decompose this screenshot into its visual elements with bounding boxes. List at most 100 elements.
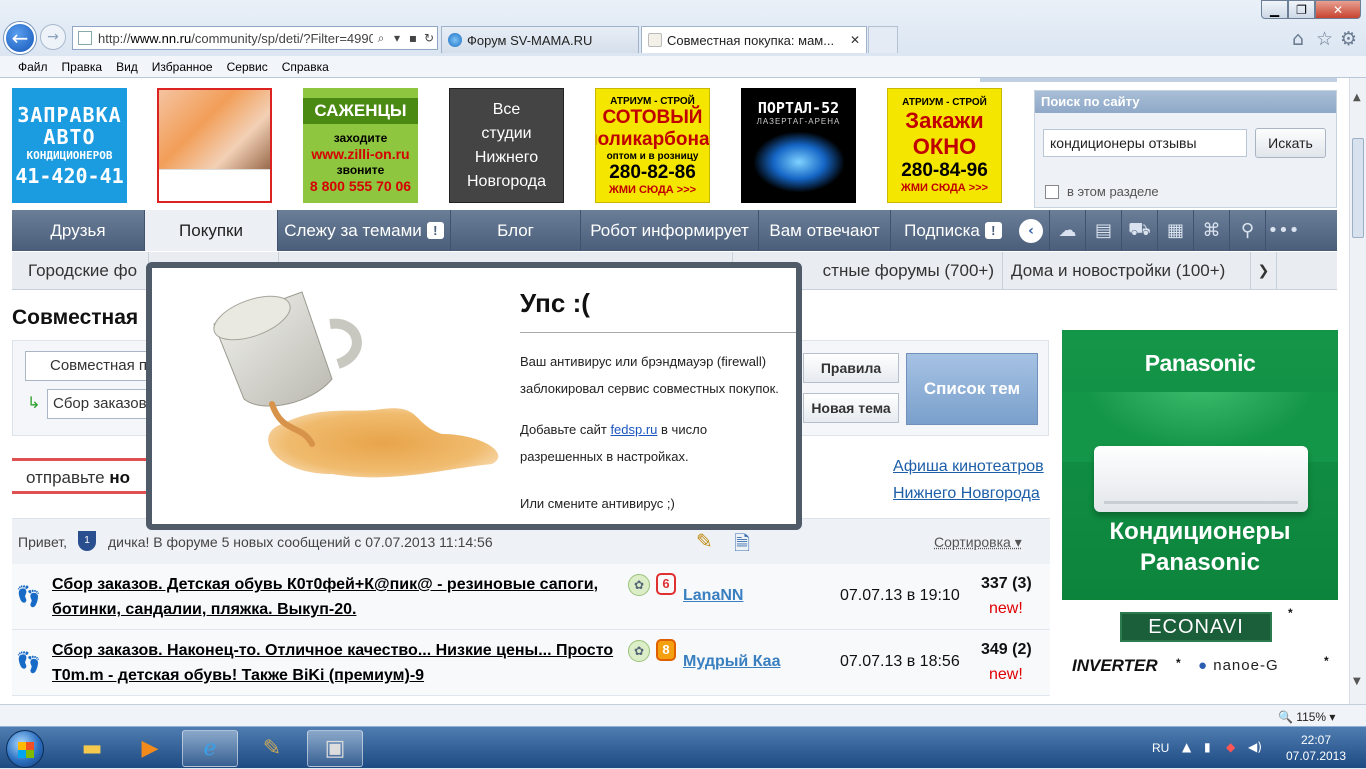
minimize-button[interactable]: ▁	[1261, 0, 1288, 19]
topic-title-link[interactable]: Сбор заказов. Наконец-то. Отличное качес…	[52, 638, 632, 688]
start-button[interactable]	[6, 730, 44, 768]
nav-prev-icon[interactable]: ‹	[1019, 218, 1043, 243]
top-strip	[980, 78, 1337, 82]
ad-seedlings[interactable]: САЖЕНЦЫ заходите www.zilli-on.ru звоните…	[303, 88, 418, 203]
in-section-checkbox[interactable]	[1045, 185, 1059, 199]
tab-sv-mama[interactable]: Форум SV-MAMA.RU	[441, 26, 639, 53]
close-window-button[interactable]: ✕	[1315, 0, 1361, 19]
author-link[interactable]: LanaNN	[683, 587, 743, 605]
search-input[interactable]: кондиционеры отзывы	[1043, 129, 1247, 157]
tag-icon[interactable]: ⌘	[1193, 210, 1229, 251]
nav-replies[interactable]: Вам отвечают	[759, 210, 891, 251]
panasonic-ad[interactable]: Panasonic Кондиционеры Panasonic ECONAVI …	[1062, 330, 1338, 704]
map-pin-icon[interactable]: ⚲	[1229, 210, 1265, 251]
ad-polycarbonate[interactable]: АТРИУМ - СТРОЙ СОТОВЫЙ поликарбонат опто…	[595, 88, 710, 203]
new-topic-button[interactable]: Новая тема	[803, 393, 899, 423]
back-button[interactable]: ←	[4, 22, 36, 54]
rules-button[interactable]: Правила	[803, 353, 899, 383]
vertical-scrollbar[interactable]: ▲ ▼	[1349, 78, 1366, 704]
ad-phone: 280-82-86	[609, 161, 696, 183]
document-check-icon[interactable]: 🗎	[734, 529, 750, 563]
address-bar[interactable]: http://www.nn.ru/community/sp/deti/?Filt…	[72, 26, 438, 50]
banner-bold: но	[109, 468, 130, 487]
clock[interactable]: 22:07 07.07.2013	[1280, 732, 1352, 764]
main-nav: Друзья Покупки Слежу за темами! Блог Роб…	[12, 210, 1337, 251]
tray-expand-icon[interactable]: ▲	[1182, 740, 1191, 754]
menu-view[interactable]: Вид	[116, 60, 138, 74]
edit-pencil-icon[interactable]: ✎	[696, 529, 713, 553]
menu-file[interactable]: Файл	[18, 60, 48, 74]
menu-help[interactable]: Справка	[282, 60, 329, 74]
battery-icon[interactable]: ▮	[1204, 740, 1211, 754]
refresh-icon[interactable]: ↻	[421, 31, 437, 45]
afisha-link-1[interactable]: Афиша кинотеатров	[893, 458, 1044, 476]
ad-conditioner-refill[interactable]: ЗАПРАВКА АВТО КОНДИЦИОНЕРОВ 41-420-41	[12, 88, 127, 203]
browser-chrome: ← → http://www.nn.ru/community/sp/deti/?…	[0, 0, 1366, 78]
home-icon[interactable]: ⌂	[1292, 28, 1304, 50]
volume-icon[interactable]: ◀)	[1248, 740, 1262, 754]
ad-text: КОНДИЦИОНЕРОВ	[26, 148, 113, 162]
author-link[interactable]: Мудрый Каа	[683, 653, 780, 671]
nav-blog[interactable]: Блог	[451, 210, 581, 251]
explorer-taskbar-button[interactable]: ▬	[64, 730, 120, 767]
language-indicator[interactable]: RU	[1152, 741, 1169, 755]
subnav-next-icon[interactable]: ❯	[1251, 251, 1277, 290]
favorites-star-icon[interactable]: ☆	[1316, 28, 1333, 50]
footnote-star: *	[1288, 606, 1293, 620]
nav-friends[interactable]: Друзья	[12, 210, 145, 251]
menu-edit[interactable]: Правка	[62, 60, 103, 74]
ad-studios[interactable]: Все студии Нижнего Новгорода	[449, 88, 564, 203]
close-tab-icon[interactable]: ✕	[850, 33, 860, 47]
dropdown-icon[interactable]: ▾	[389, 31, 405, 45]
building-icon[interactable]: ▦	[1157, 210, 1193, 251]
media-player-taskbar-button[interactable]: ▶	[122, 730, 178, 767]
new-tab-button[interactable]	[868, 26, 898, 53]
arrow-right-icon: →	[47, 29, 59, 45]
nav-robot[interactable]: Робот информирует	[581, 210, 759, 251]
nav-watching[interactable]: Слежу за темами!	[278, 210, 451, 251]
subnav-city-forums[interactable]: Городские фо	[12, 251, 149, 290]
ad-lasertag[interactable]: ПОРТАЛ-52 ЛАЗЕРТАГ-АРЕНА	[741, 88, 856, 203]
page-tab-icon	[648, 33, 662, 47]
more-icon[interactable]: •••	[1265, 210, 1301, 251]
settings-gear-icon[interactable]: ⚙	[1340, 28, 1357, 50]
zoom-value: 115%	[1296, 710, 1327, 724]
arrow-left-icon: ←	[11, 26, 29, 50]
paint-taskbar-button[interactable]: ✎	[244, 730, 300, 767]
scroll-down-icon[interactable]: ▼	[1353, 676, 1361, 687]
menu-favorites[interactable]: Избранное	[152, 60, 213, 74]
search-icon[interactable]: ⌕	[373, 31, 389, 46]
subnav-houses[interactable]: Дома и новостройки (100+)	[1003, 251, 1251, 290]
news-icon[interactable]: ▤	[1085, 210, 1121, 251]
app-taskbar-button[interactable]: ▣	[307, 730, 363, 767]
ad-manicure[interactable]	[157, 88, 272, 203]
scroll-thumb[interactable]	[1352, 138, 1364, 238]
afisha-link-2[interactable]: Нижнего Новгорода	[893, 485, 1040, 503]
dialog-message-1: Ваш антивирус или брэндмауэр (firewall) …	[520, 354, 779, 396]
nav-label: Подписка	[904, 220, 980, 240]
new-badge: new!	[989, 666, 1023, 683]
topic-title-link[interactable]: Сбор заказов. Детская обувь К0т0фей+К@пи…	[52, 572, 632, 622]
forward-button[interactable]: →	[40, 24, 66, 50]
lock-icon: ▪	[408, 31, 418, 45]
adobe-icon[interactable]: ◆	[1226, 740, 1235, 754]
topic-list-button[interactable]: Список тем	[906, 353, 1038, 425]
topic-row: 👣 Сбор заказов. Наконец-то. Отличное кач…	[12, 630, 1050, 696]
zoom-level[interactable]: 🔍 115% ▾	[1278, 710, 1335, 724]
nav-purchases[interactable]: Покупки	[145, 210, 278, 251]
chat-icon[interactable]: ☁	[1049, 210, 1085, 251]
ad-brand: Panasonic	[1144, 350, 1256, 376]
tab-sovmestnaya-pokupka[interactable]: Совместная покупка: мам... ✕	[641, 26, 867, 53]
greeting-hello: Привет,	[18, 534, 68, 550]
ad-text: ЛАЗЕРТАГ-АРЕНА	[756, 117, 841, 126]
sort-dropdown[interactable]: Сортировка ▾	[934, 534, 1022, 551]
fedsp-link[interactable]: fedsp.ru	[610, 422, 657, 437]
nav-subscription[interactable]: Подписка!	[891, 210, 1015, 251]
menu-tools[interactable]: Сервис	[227, 60, 268, 74]
search-button[interactable]: Искать	[1255, 128, 1326, 158]
scroll-up-icon[interactable]: ▲	[1353, 92, 1361, 103]
car-icon[interactable]: ⛟	[1121, 210, 1157, 251]
ad-windows[interactable]: АТРИУМ - СТРОЙ Закажи ОКНО 280-84-96 ЖМИ…	[887, 88, 1002, 203]
maximize-button[interactable]: ❐	[1288, 0, 1315, 19]
ie-taskbar-button[interactable]: ℯ	[182, 730, 238, 767]
